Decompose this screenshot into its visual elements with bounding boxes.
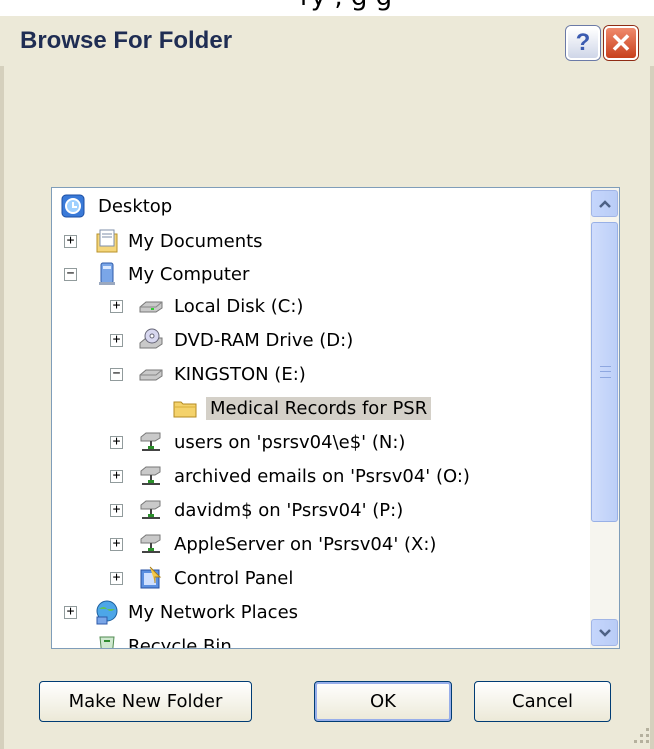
tree-item-label: Desktop xyxy=(98,195,173,217)
tree-item-label: My Documents xyxy=(128,230,263,252)
scroll-down-button[interactable] xyxy=(591,619,618,646)
help-button[interactable]: ? xyxy=(566,26,600,60)
tree-item-label: Medical Records for PSR xyxy=(206,396,432,420)
expand-toggle[interactable]: + xyxy=(110,299,123,313)
tree-item-desktop[interactable]: Desktop xyxy=(52,190,582,222)
dvd-drive-icon xyxy=(139,328,163,349)
tree-item-label: DVD-RAM Drive (D:) xyxy=(174,329,354,351)
tree-item-medical-records[interactable]: Medical Records for PSR xyxy=(52,392,582,424)
chevron-down-icon xyxy=(598,628,611,637)
resize-grip-icon[interactable] xyxy=(628,722,652,746)
tree-item-my-computer[interactable]: − My Computer xyxy=(52,258,582,290)
clipped-text-fragment: ry , g g xyxy=(300,0,392,12)
tree-item-dvd-drive[interactable]: + DVD-RAM Drive (D:) xyxy=(52,324,582,356)
tree-item-my-documents[interactable]: + My Documents xyxy=(52,225,582,257)
tree-item-recycle-bin[interactable]: Recycle Bin xyxy=(52,630,582,649)
network-drive-icon xyxy=(140,500,161,519)
expand-toggle[interactable]: + xyxy=(110,333,123,347)
tree-item-label: Control Panel xyxy=(174,567,294,589)
tree-item-label: Local Disk (C:) xyxy=(174,295,304,317)
expand-toggle[interactable]: + xyxy=(110,503,123,517)
tree-item-label: archived emails on 'Psrsv04' (O:) xyxy=(174,465,470,487)
tree-item-network-drive-o[interactable]: + archived emails on 'Psrsv04' (O:) xyxy=(52,460,582,492)
expand-toggle[interactable]: + xyxy=(110,571,123,585)
ok-button[interactable]: OK xyxy=(314,681,452,722)
chevron-up-icon xyxy=(598,199,611,208)
network-drive-icon xyxy=(140,466,161,485)
expand-toggle[interactable]: + xyxy=(110,435,123,449)
tree-item-label: AppleServer on 'Psrsv04' (X:) xyxy=(174,533,437,555)
tree-item-label: users on 'psrsv04\e$' (N:) xyxy=(174,431,406,453)
window-title: Browse For Folder xyxy=(20,27,233,54)
tree-item-network-places[interactable]: + My Network Places xyxy=(52,596,582,628)
make-new-folder-button[interactable]: Make New Folder xyxy=(39,681,252,722)
network-drive-icon xyxy=(140,432,161,451)
expand-toggle[interactable]: + xyxy=(64,605,77,619)
help-icon: ? xyxy=(575,29,591,56)
tree-item-label: KINGSTON (E:) xyxy=(174,363,306,385)
network-drive-icon xyxy=(140,534,161,553)
expand-toggle[interactable]: + xyxy=(110,469,123,483)
desktop-icon xyxy=(61,194,85,218)
tree-item-local-disk[interactable]: + Local Disk (C:) xyxy=(52,290,582,322)
collapse-toggle[interactable]: − xyxy=(64,267,77,281)
scroll-up-button[interactable] xyxy=(591,190,618,217)
my-documents-icon xyxy=(96,229,118,253)
close-button[interactable]: ✕ xyxy=(604,26,638,60)
expand-toggle[interactable]: + xyxy=(64,234,77,248)
tree-item-label: Recycle Bin xyxy=(128,635,232,649)
collapse-toggle[interactable]: − xyxy=(110,367,123,381)
folder-icon xyxy=(173,401,197,418)
tree-item-network-drive-x[interactable]: + AppleServer on 'Psrsv04' (X:) xyxy=(52,528,582,560)
close-icon: ✕ xyxy=(610,27,632,58)
tree-item-label: My Network Places xyxy=(128,601,299,623)
tree-item-label: davidm$ on 'Psrsv04' (P:) xyxy=(174,499,404,521)
removable-drive-icon xyxy=(139,369,163,381)
network-places-icon xyxy=(96,600,118,625)
top-strip: ry , g g xyxy=(0,0,654,16)
grip-icon xyxy=(600,366,611,378)
folder-tree[interactable]: Desktop + My Documents − My Computer + L… xyxy=(51,187,620,649)
hard-drive-icon xyxy=(139,301,163,313)
tree-item-kingston[interactable]: − KINGSTON (E:) xyxy=(52,358,582,390)
tree-item-network-drive-p[interactable]: + davidm$ on 'Psrsv04' (P:) xyxy=(52,494,582,526)
title-bar[interactable]: Browse For Folder ? ✕ xyxy=(0,16,654,66)
tree-item-label: My Computer xyxy=(128,263,250,285)
window-frame-left xyxy=(0,66,4,749)
window-frame-right xyxy=(650,66,654,749)
scroll-thumb[interactable] xyxy=(591,222,618,522)
vertical-scrollbar[interactable] xyxy=(590,188,619,648)
recycle-bin-icon xyxy=(99,636,115,648)
cancel-button[interactable]: Cancel xyxy=(474,681,611,722)
expand-toggle[interactable]: + xyxy=(110,537,123,551)
control-panel-icon xyxy=(140,566,162,589)
my-computer-icon xyxy=(99,262,115,285)
tree-item-control-panel[interactable]: + Control Panel xyxy=(52,562,582,594)
tree-item-network-drive-n[interactable]: + users on 'psrsv04\e$' (N:) xyxy=(52,426,582,458)
